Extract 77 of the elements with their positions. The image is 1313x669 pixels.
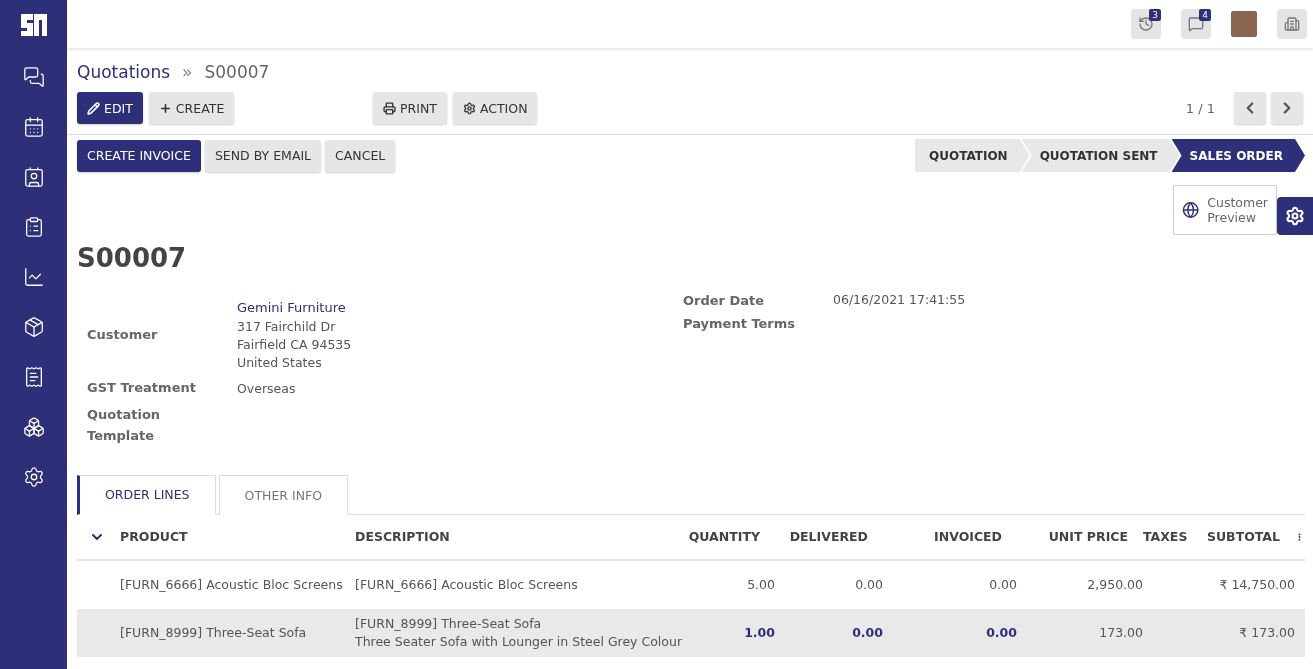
table-row[interactable]: [FURN_8999] Three-Seat Sofa [FURN_8999] Three-Seat Sofa Three Seater Sofa with Lounger in Steel Grey Colour 1.00 0.00 0.00 173.00 ₹ 173.00 [77, 608, 1305, 657]
action-button[interactable]: SEND BY EMAIL [204, 139, 322, 172]
breadcrumb-current: S00007 [204, 62, 270, 82]
table-cell-text: 0.00 [988, 575, 1017, 594]
column-header[interactable]: UNIT PRICE [1017, 529, 1143, 545]
pager-count: 1 / 1 [1185, 100, 1215, 116]
status-step[interactable]: QUOTATION [915, 139, 1030, 172]
settings-button[interactable] [1277, 197, 1313, 235]
table-cell-text: [FURN_6666] Acoustic Bloc Screens [355, 575, 579, 594]
table-cell-text: 1.00 [743, 623, 775, 642]
field-label: Customer [87, 326, 159, 345]
action-button[interactable]: CANCEL [325, 139, 396, 172]
column-header[interactable]: PRODUCT [120, 529, 355, 545]
logo-icon[interactable] [18, 12, 49, 38]
table-cell-text: ₹ 173.00 [1238, 623, 1295, 642]
column-header[interactable]: DELIVERED [775, 529, 883, 545]
printer-icon [383, 101, 396, 115]
field-label: Quotation Template [87, 406, 162, 445]
table-cell-text: 173.00 [1098, 623, 1143, 642]
table-cell-text: 0.00 [854, 575, 883, 594]
gear-icon [462, 101, 476, 115]
chat-icon [1188, 16, 1204, 32]
contacts-icon[interactable] [22, 166, 45, 188]
messages-button[interactable]: 4 [1181, 9, 1211, 39]
boxes-icon[interactable] [22, 416, 45, 438]
table-cell-text: [FURN_8999] Three-Seat Sofa Three Seater Sofa with Lounger in Steel Grey Colour [355, 615, 684, 651]
building-icon [1284, 16, 1300, 32]
column-header[interactable]: SUBTOTAL [1195, 529, 1295, 545]
messages-count: 4 [1199, 9, 1211, 21]
clock-icon [1138, 16, 1154, 32]
pencil-icon [87, 101, 100, 115]
edit-button[interactable]: EDIT [77, 92, 143, 124]
activity-button[interactable]: 3 [1131, 9, 1161, 39]
chat-icon[interactable] [22, 66, 45, 88]
next-button[interactable] [1271, 92, 1303, 124]
status-step[interactable]: SALES ORDER [1171, 139, 1305, 172]
field-value: Overseas [237, 379, 297, 398]
table-cell-text: 5.00 [746, 575, 775, 594]
table-cell-text: 0.00 [851, 623, 883, 642]
column-header[interactable]: INVOICED [883, 529, 1017, 545]
address-line: 317 Fairchild Dr [237, 317, 337, 336]
field-label: Order Date [683, 292, 766, 310]
column-header[interactable]: QUANTITY [685, 529, 775, 545]
action-button[interactable]: ACTION [452, 92, 538, 124]
tab[interactable]: ORDER LINES [77, 474, 216, 515]
chart-icon[interactable] [22, 266, 45, 288]
action-button[interactable]: CREATE INVOICE [77, 139, 201, 172]
calendar-icon[interactable] [22, 116, 45, 138]
record-title: S00007 [77, 243, 188, 273]
print-button[interactable]: PRINT [373, 92, 447, 124]
address-line: Fairfield CA 94535 [237, 335, 353, 354]
breadcrumb-separator: » [182, 62, 193, 82]
breadcrumb-link[interactable]: Quotations [77, 62, 171, 82]
tab[interactable]: OTHER INFO [218, 474, 349, 515]
address-line: United States [237, 354, 323, 373]
customer-preview-button[interactable]: Customer Preview [1173, 185, 1277, 235]
globe-icon [1182, 200, 1200, 220]
table-cell-text: 2,950.00 [1086, 575, 1143, 594]
box-icon[interactable] [22, 316, 45, 338]
settings-icon [1285, 206, 1305, 226]
previous-button[interactable] [1234, 92, 1266, 124]
status-step[interactable]: QUOTATION SENT [1021, 139, 1180, 172]
field-label: GST Treatment [87, 379, 197, 398]
field-label: Payment Terms [683, 314, 797, 333]
plus-icon [158, 101, 172, 115]
table-cell-text: 0.00 [985, 623, 1017, 642]
customer-link[interactable]: Gemini Furniture [237, 299, 683, 318]
column-header[interactable]: TAXES [1143, 529, 1195, 545]
table-cell-text: [FURN_8999] Three-Seat Sofa [120, 623, 308, 642]
create-button[interactable]: CREATE [148, 92, 235, 124]
settings-icon[interactable] [22, 466, 45, 488]
column-header[interactable]: DESCRIPTION [355, 529, 685, 545]
field-value: 06/16/2021 17:41:55 [833, 291, 967, 309]
company-button[interactable] [1277, 9, 1307, 39]
activity-count: 3 [1149, 9, 1161, 21]
table-cell-text: ₹ 14,750.00 [1218, 575, 1295, 594]
table-cell-text: [FURN_6666] Acoustic Bloc Screens [120, 575, 344, 594]
